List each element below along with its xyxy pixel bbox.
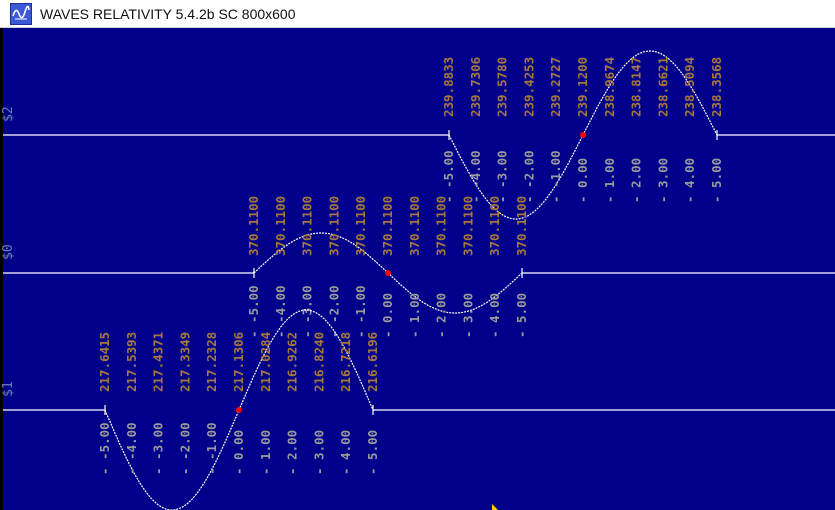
value-label: 217.2328 [204,332,219,392]
channel-label: $2 [1,106,16,122]
value-label: 370.1100 [300,196,315,256]
tick-label: - -4.00 [124,422,139,475]
value-label: 370.1100 [487,196,502,256]
tick-label: - -3.00 [151,422,166,475]
tick-label: - 2.00 [285,430,300,475]
value-label: 238.8147 [629,57,644,117]
cursor-marker[interactable] [385,270,391,276]
cursor-marker[interactable] [580,132,586,138]
value-label: 370.1100 [460,196,475,256]
value-label: 370.1100 [514,196,529,256]
tick-label: - 5.00 [365,430,380,475]
tick-label: - -2.00 [521,150,536,203]
tick-label: - -1.00 [548,150,563,203]
tick-label: - -2.00 [177,422,192,475]
value-label: 239.1200 [575,57,590,117]
value-label: 239.8833 [441,57,456,117]
value-label: 217.3349 [177,332,192,392]
window-titlebar: WAVES RELATIVITY 5.4.2b SC 800x600 [0,0,835,28]
tick-label: - -3.00 [300,285,315,338]
tick-label: - -1.00 [353,285,368,338]
value-label: 238.3568 [709,57,724,117]
tick-label: - 1.00 [258,430,273,475]
value-label: 216.6196 [365,332,380,392]
channel-s1: $1 217.6415 217.5393 217.4371 217.3349 217.23… [1,309,835,510]
value-label: 217.0284 [258,332,273,392]
value-label: 216.7218 [338,332,353,392]
value-label: 216.9262 [285,332,300,392]
value-label: 217.1306 [231,332,246,392]
tick-label: - 2.00 [434,293,449,338]
tick-label: - 1.00 [407,293,422,338]
channel-s0: $0 370.1100 370.1100 370.1100 370.1100 370.11… [1,196,835,338]
tick-label: - 4.00 [338,430,353,475]
tick-label: - -5.00 [246,285,261,338]
tick-label: - 0.00 [231,430,246,475]
value-label: 370.1100 [273,196,288,256]
channel-s2: $2 239.8833 239.7306 239.5780 239.4253 239.27… [1,50,835,220]
mouse-cursor [492,504,498,510]
tick-label: - 4.00 [682,158,697,203]
value-label: 217.6415 [97,332,112,392]
tick-label: - 5.00 [514,293,529,338]
tick-label: - -4.00 [468,150,483,203]
value-label: 239.7306 [468,57,483,117]
value-label: 238.6621 [655,57,670,117]
tick-label: - 3.00 [311,430,326,475]
value-label: 216.8240 [311,332,326,392]
value-label: 238.5094 [682,57,697,117]
value-label: 239.5780 [495,57,510,117]
tick-label: - -1.00 [204,422,219,475]
waveform-canvas[interactable]: $2 239.8833 239.7306 239.5780 239.4253 239.27… [0,28,835,510]
tick-label: - -3.00 [495,150,510,203]
value-label: 370.1100 [434,196,449,256]
tick-label: - -4.00 [273,285,288,338]
channel-label: $1 [1,381,16,397]
tick-label: - -5.00 [441,150,456,203]
tick-label: - 4.00 [487,293,502,338]
value-label: 370.1100 [407,196,422,256]
value-label: 238.9674 [602,57,617,117]
tick-label: - -5.00 [97,422,112,475]
tick-label: - 0.00 [575,158,590,203]
tick-label: - 5.00 [709,158,724,203]
value-label: 370.1100 [326,196,341,256]
value-label: 239.4253 [521,57,536,117]
value-label: 217.5393 [124,332,139,392]
tick-label: - 3.00 [655,158,670,203]
window-title: WAVES RELATIVITY 5.4.2b SC 800x600 [40,5,296,22]
tick-label: - 1.00 [602,158,617,203]
value-label: 370.1100 [353,196,368,256]
value-label: 370.1100 [246,196,261,256]
tick-label: - 0.00 [380,293,395,338]
value-label: 239.2727 [548,57,563,117]
tick-label: - 2.00 [629,158,644,203]
tick-label: - 3.00 [460,293,475,338]
value-label: 217.4371 [151,332,166,392]
wave-app-icon[interactable] [10,2,32,25]
channel-label: $0 [1,244,16,260]
value-label: 370.1100 [380,196,395,256]
cursor-marker[interactable] [236,407,242,413]
